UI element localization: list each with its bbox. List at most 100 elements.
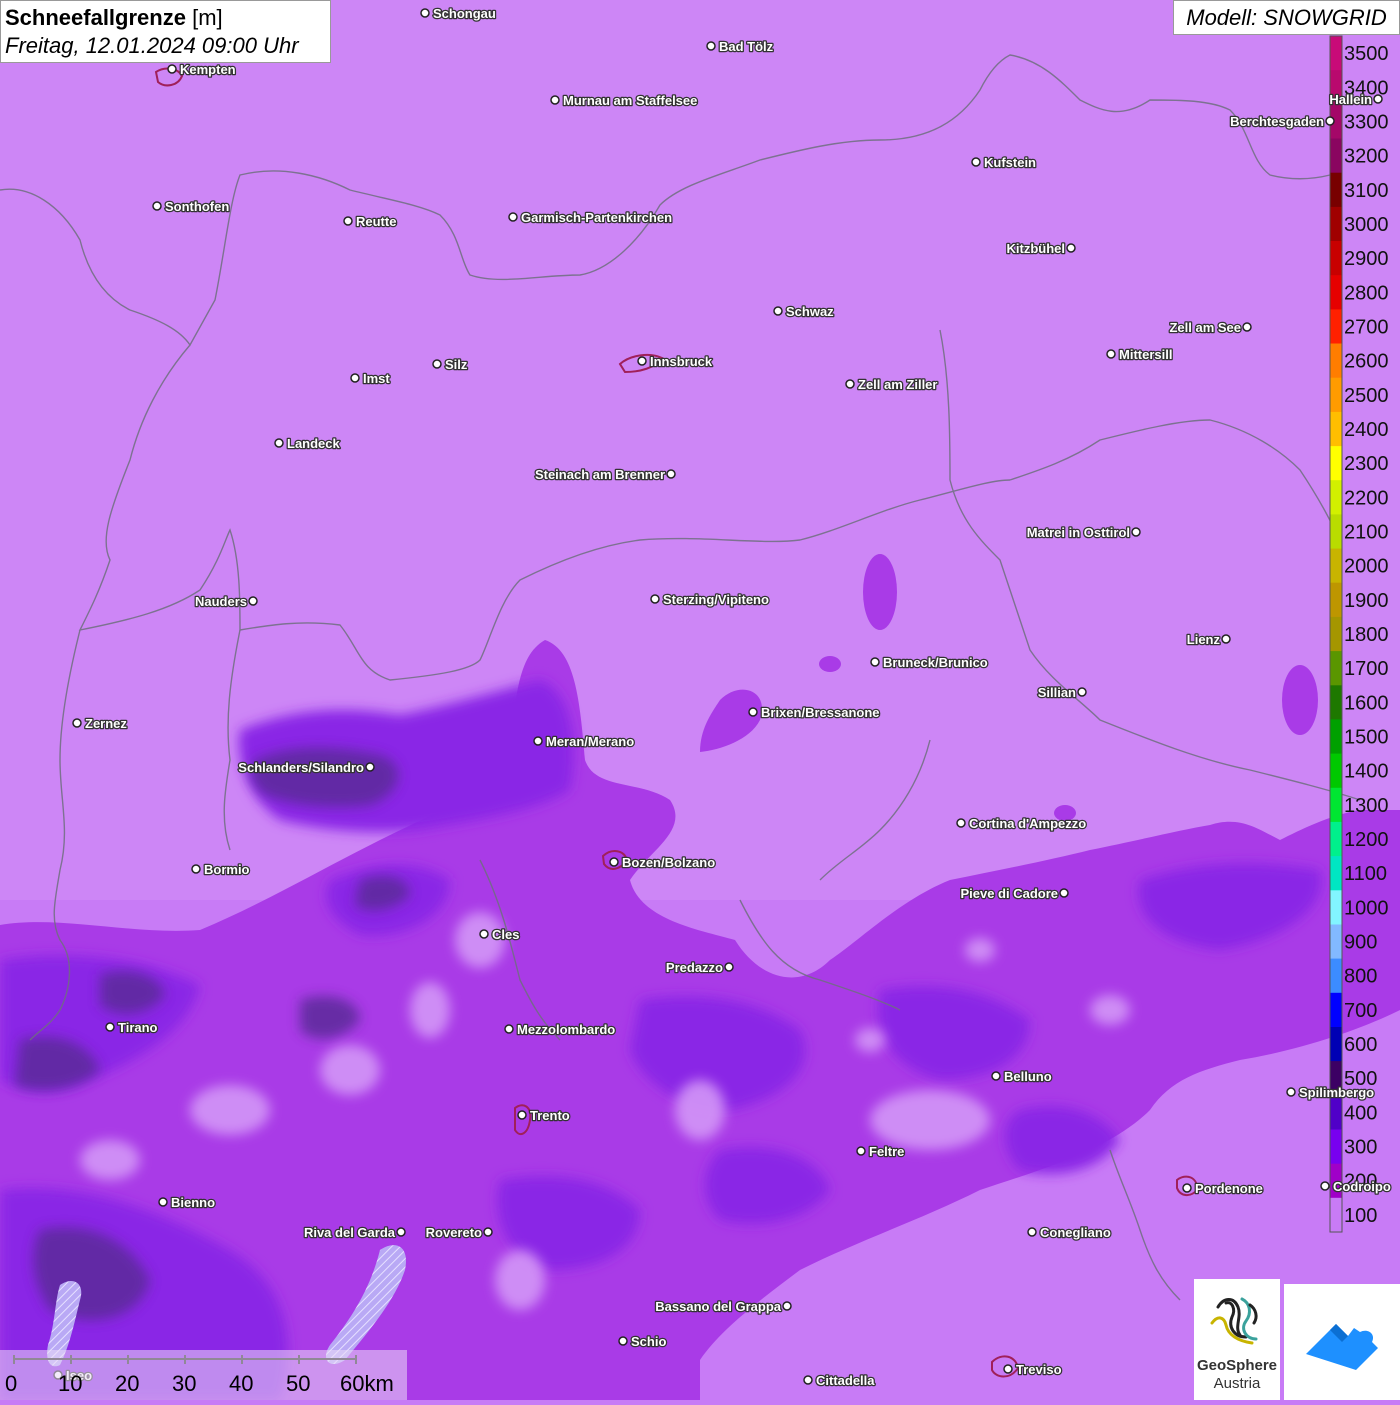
city-label-garmisch-partenkirchen: Garmisch-Partenkirchen (521, 210, 672, 225)
city-label-predazzo: Predazzo (666, 960, 723, 975)
city-marker-kempten (167, 64, 177, 74)
map-title-unit: [m] (192, 5, 223, 30)
city-marker-steinach-am-brenner (666, 469, 676, 479)
city-label-sterzing-vipiteno: Sterzing/Vipiteno (663, 592, 769, 607)
scale-bar: 0 10 20 30 40 50 60km (0, 1350, 407, 1400)
city-marker-meran-merano (533, 736, 543, 746)
city-label-innsbruck: Innsbruck (650, 354, 713, 369)
legend-swatch-2100 (1330, 514, 1342, 550)
city-marker-riva-del-garda (396, 1227, 406, 1237)
city-marker-treviso (1003, 1364, 1013, 1374)
legend-swatch-700 (1330, 992, 1342, 1028)
city-label-zernez: Zernez (85, 716, 127, 731)
scale-tick-40: 40 (229, 1371, 254, 1396)
legend-label-800: 800 (1344, 966, 1377, 988)
legend-swatch-3100 (1330, 172, 1342, 208)
city-label-zell-am-ziller: Zell am Ziller (858, 377, 937, 392)
legend-swatch-3200 (1330, 138, 1342, 174)
city-marker-schio (618, 1336, 628, 1346)
city-label-brixen-bressanone: Brixen/Bressanone (761, 705, 880, 720)
legend-swatch-1400 (1330, 753, 1342, 789)
legend-swatch-2000 (1330, 548, 1342, 584)
city-marker-sonthofen (152, 201, 162, 211)
city-label-cittadella: Cittadella (816, 1373, 875, 1388)
legend-swatch-2600 (1330, 343, 1342, 379)
map-title-bold: Schneefallgrenze (5, 5, 186, 30)
city-marker-zernez (72, 718, 82, 728)
city-marker-brixen-bressanone (748, 707, 758, 717)
legend-label-1500: 1500 (1344, 727, 1389, 749)
geosphere-swirl-icon (1210, 1297, 1258, 1345)
app-logo[interactable] (1284, 1284, 1400, 1400)
geosphere-subtitle: Austria (1213, 1375, 1261, 1392)
city-marker-nauders (248, 596, 258, 606)
legend-label-3200: 3200 (1344, 146, 1389, 168)
scale-tick-60km: 60km (340, 1371, 394, 1396)
city-marker-sterzing-vipiteno (650, 594, 660, 604)
city-marker-tirano (105, 1022, 115, 1032)
legend-label-3100: 3100 (1344, 180, 1389, 202)
city-label-schio: Schio (631, 1334, 666, 1349)
city-label-mittersill: Mittersill (1119, 347, 1172, 362)
alpine-area-shading (0, 0, 1400, 900)
city-label-kempten: Kempten (180, 62, 236, 77)
legend-label-2400: 2400 (1344, 419, 1389, 441)
legend-label-2100: 2100 (1344, 522, 1389, 544)
snowfall-line-map: 3500340033003200310030002900280027002600… (0, 0, 1400, 1400)
city-marker-trento (517, 1110, 527, 1120)
geosphere-logo[interactable]: GeoSphere Austria (1194, 1279, 1280, 1400)
city-label-kitzb-hel: Kitzbühel (1007, 241, 1066, 256)
city-label-belluno: Belluno (1004, 1069, 1052, 1084)
legend-swatch-1700 (1330, 651, 1342, 686)
city-marker-rovereto (483, 1227, 493, 1237)
scale-tick-20: 20 (115, 1371, 140, 1396)
city-marker-cortina-d-ampezzo (956, 818, 966, 828)
legend-swatch-3500 (1330, 36, 1342, 71)
city-marker-spilimbergo (1286, 1087, 1296, 1097)
map-title: Schneefallgrenze [m] (5, 4, 326, 32)
city-label-spilimbergo: Spilimbergo (1299, 1085, 1374, 1100)
city-marker-pordenone (1182, 1183, 1192, 1193)
city-marker-lienz (1221, 634, 1231, 644)
city-label-treviso: Treviso (1016, 1362, 1062, 1377)
legend-swatch-2400 (1330, 411, 1342, 447)
scale-tick-50: 50 (286, 1371, 311, 1396)
city-marker-cittadella (803, 1375, 813, 1385)
legend-swatch-3000 (1330, 206, 1342, 242)
legend-swatch-800 (1330, 958, 1342, 994)
city-label-zell-am-see: Zell am See (1169, 320, 1241, 335)
legend-label-1200: 1200 (1344, 829, 1389, 851)
city-label-matrei-in-osttirol: Matrei in Osttirol (1027, 525, 1130, 540)
legend-swatch-2300 (1330, 446, 1342, 481)
city-label-bozen-bolzano: Bozen/Bolzano (622, 855, 715, 870)
city-label-kufstein: Kufstein (984, 155, 1036, 170)
city-marker-pieve-di-cadore (1059, 888, 1069, 898)
city-marker-bienno (158, 1197, 168, 1207)
mountain-cloud-icon (1306, 1324, 1378, 1370)
legend-label-1000: 1000 (1344, 897, 1389, 919)
city-label-sonthofen: Sonthofen (165, 199, 229, 214)
legend-swatch-2700 (1330, 309, 1342, 345)
legend-swatch-1100 (1330, 856, 1342, 891)
map-timestamp: Freitag, 12.01.2024 09:00 Uhr (5, 33, 299, 58)
city-marker-zell-am-see (1242, 322, 1252, 332)
city-marker-mittersill (1106, 349, 1116, 359)
city-marker-schongau (420, 8, 430, 18)
scale-tick-10: 10 (58, 1371, 83, 1396)
city-marker-bad-t-lz (706, 41, 716, 51)
legend-swatch-1800 (1330, 616, 1342, 652)
city-label-conegliano: Conegliano (1040, 1225, 1111, 1240)
legend-label-2800: 2800 (1344, 282, 1389, 304)
scale-tick-30: 30 (172, 1371, 197, 1396)
scale-tick-0: 0 (5, 1371, 18, 1396)
city-marker-kufstein (971, 157, 981, 167)
city-marker-hallein (1373, 94, 1383, 104)
city-label-tirano: Tirano (118, 1020, 158, 1035)
city-label-trento: Trento (530, 1108, 570, 1123)
city-label-cortina-d-ampezzo: Cortina d'Ampezzo (969, 816, 1086, 831)
legend-swatch-2500 (1330, 377, 1342, 413)
city-label-pieve-di-cadore: Pieve di Cadore (960, 886, 1058, 901)
city-label-silz: Silz (445, 357, 468, 372)
city-label-schwaz: Schwaz (786, 304, 834, 319)
city-marker-garmisch-partenkirchen (508, 212, 518, 222)
